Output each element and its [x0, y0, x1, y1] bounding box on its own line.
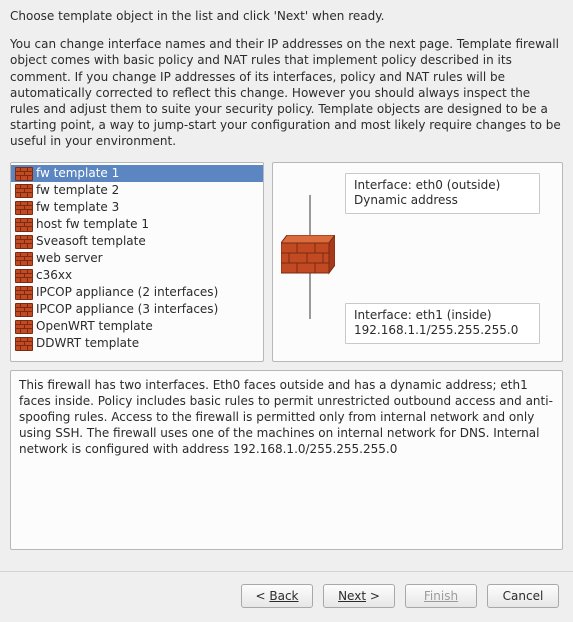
template-row-label: fw template 1 — [36, 165, 119, 182]
template-row[interactable]: fw template 1 — [11, 165, 263, 182]
firewall-small-icon — [15, 218, 31, 230]
template-row-label: Sveasoft template — [36, 233, 146, 250]
firewall-small-icon — [15, 337, 31, 349]
firewall-small-icon — [15, 303, 31, 315]
template-row-label: OpenWRT template — [36, 318, 153, 335]
intro-line-2: You can change interface names and their… — [10, 36, 563, 149]
firewall-small-icon — [15, 320, 31, 332]
iface1-title: Interface: eth1 (inside) — [354, 308, 531, 324]
interface-box-eth1: Interface: eth1 (inside) 192.168.1.1/255… — [345, 303, 540, 344]
iface1-addr: 192.168.1.1/255.255.255.0 — [354, 323, 531, 339]
firewall-small-icon — [15, 252, 31, 264]
template-row-label: IPCOP appliance (3 interfaces) — [36, 301, 218, 318]
template-row[interactable]: c36xx — [11, 267, 263, 284]
template-row-label: host fw template 1 — [36, 216, 149, 233]
template-row-label: web server — [36, 250, 103, 267]
firewall-small-icon — [15, 235, 31, 247]
template-row[interactable]: fw template 3 — [11, 199, 263, 216]
firewall-small-icon — [15, 269, 31, 281]
template-row[interactable]: web server — [11, 250, 263, 267]
firewall-small-icon — [15, 286, 31, 298]
template-description: This firewall has two interfaces. Eth0 f… — [10, 370, 563, 550]
cancel-button[interactable]: Cancel — [487, 584, 559, 608]
iface0-title: Interface: eth0 (outside) — [354, 178, 531, 194]
next-button[interactable]: Next > — [323, 584, 395, 608]
connector-top — [309, 195, 311, 239]
wizard-button-bar: < Back Next > Finish Cancel — [0, 571, 573, 622]
template-row-label: IPCOP appliance (2 interfaces) — [36, 284, 218, 301]
template-row[interactable]: fw template 2 — [11, 182, 263, 199]
firewall-small-icon — [15, 184, 31, 196]
template-row-label: c36xx — [36, 267, 72, 284]
template-row[interactable]: IPCOP appliance (2 interfaces) — [11, 284, 263, 301]
template-row[interactable]: OpenWRT template — [11, 318, 263, 335]
intro-line-1: Choose template object in the list and c… — [10, 8, 563, 24]
template-preview: Interface: eth0 (outside) Dynamic addres… — [272, 162, 563, 362]
iface0-addr: Dynamic address — [354, 193, 531, 209]
template-row[interactable]: DDWRT template — [11, 335, 263, 352]
firewall-small-icon — [15, 167, 31, 179]
firewall-icon — [281, 235, 335, 278]
template-row-label: fw template 3 — [36, 199, 119, 216]
finish-button: Finish — [405, 584, 477, 608]
template-row-label: fw template 2 — [36, 182, 119, 199]
template-list[interactable]: fw template 1fw template 2fw template 3h… — [10, 162, 264, 362]
template-row-label: DDWRT template — [36, 335, 139, 352]
template-row[interactable]: host fw template 1 — [11, 216, 263, 233]
firewall-small-icon — [15, 201, 31, 213]
template-row[interactable]: Sveasoft template — [11, 233, 263, 250]
interface-box-eth0: Interface: eth0 (outside) Dynamic addres… — [345, 173, 540, 214]
template-row[interactable]: IPCOP appliance (3 interfaces) — [11, 301, 263, 318]
back-button[interactable]: < Back — [241, 584, 313, 608]
